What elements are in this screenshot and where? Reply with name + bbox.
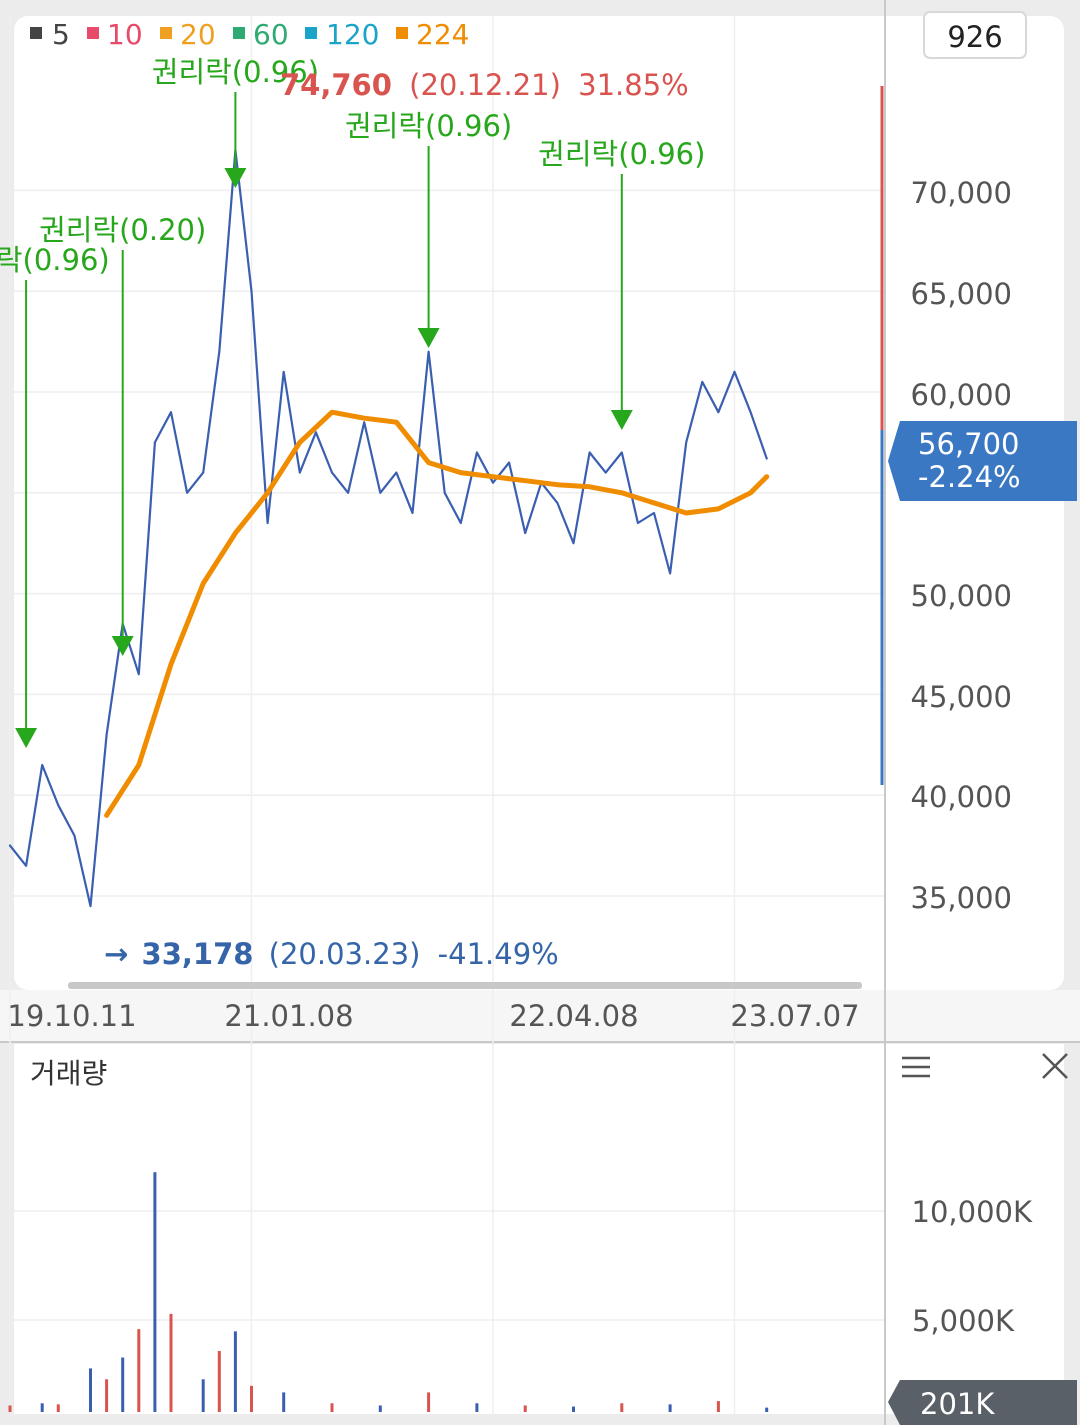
period-value: 926 bbox=[947, 20, 1002, 54]
current-volume: 201K bbox=[920, 1387, 995, 1421]
volume-bar bbox=[233, 1331, 237, 1412]
volume-bar bbox=[169, 1313, 173, 1412]
volume-bar bbox=[153, 1172, 157, 1412]
volume-bar bbox=[716, 1401, 720, 1412]
y-tick: 40,000 bbox=[911, 780, 1012, 814]
volume-bar bbox=[282, 1392, 286, 1412]
legend-label-20: 20 bbox=[180, 18, 216, 51]
low-value: 33,178 bbox=[142, 937, 254, 971]
y-tick: 70,000 bbox=[911, 176, 1012, 210]
volume-bar bbox=[105, 1379, 109, 1412]
volume-bar bbox=[475, 1403, 479, 1412]
volume-bar bbox=[137, 1329, 141, 1412]
volume-bar bbox=[121, 1357, 125, 1412]
rights-event-label: 권리락(0.96) bbox=[0, 243, 110, 277]
volume-bar bbox=[250, 1385, 253, 1412]
volume-bar bbox=[668, 1404, 672, 1412]
rights-event-label: 권리락(0.96) bbox=[345, 109, 512, 143]
period-selector[interactable]: 926 bbox=[923, 11, 1027, 59]
volume-bar bbox=[201, 1379, 205, 1412]
rights-event-label: 권리락(0.20) bbox=[39, 213, 206, 247]
y-tick: 65,000 bbox=[911, 277, 1012, 311]
rights-event-label: 권리락(0.96) bbox=[538, 137, 705, 171]
current-volume-badge: 201K bbox=[888, 1380, 1077, 1425]
low-percent: -41.49% bbox=[438, 937, 559, 971]
high-annotation: 74,760 (20.12.21) 31.85% bbox=[280, 68, 689, 102]
legend-swatch-5 bbox=[30, 27, 42, 39]
volume-bar bbox=[572, 1406, 575, 1412]
y-tick: 35,000 bbox=[911, 881, 1012, 915]
volume-bar bbox=[217, 1350, 221, 1412]
legend-swatch-60 bbox=[233, 27, 245, 39]
legend-swatch-20 bbox=[160, 27, 172, 39]
volume-y-tick: 5,000K bbox=[912, 1304, 1015, 1338]
x-tick: 22.04.08 bbox=[509, 999, 638, 1033]
volume-title: 거래량 bbox=[30, 1057, 107, 1090]
legend-label-10: 10 bbox=[107, 18, 143, 51]
volume-y-tick: 10,000K bbox=[912, 1195, 1033, 1229]
x-tick: 21.01.08 bbox=[224, 999, 353, 1033]
legend-label-120: 120 bbox=[326, 18, 379, 51]
volume-bar bbox=[523, 1405, 527, 1412]
high-date: (20.12.21) bbox=[409, 68, 561, 102]
legend-label-60: 60 bbox=[253, 18, 289, 51]
current-price-badge: 56,700 -2.24% bbox=[888, 421, 1077, 501]
volume-bar bbox=[427, 1392, 431, 1412]
volume-bar bbox=[765, 1407, 769, 1412]
legend-label-224: 224 bbox=[416, 18, 469, 51]
legend-label-5: 5 bbox=[52, 18, 70, 51]
y-tick: 45,000 bbox=[911, 680, 1012, 714]
x-tick: 19.10.11 bbox=[7, 999, 136, 1033]
y-tick: 50,000 bbox=[911, 579, 1012, 613]
low-arrow: → bbox=[104, 937, 128, 971]
volume-bar bbox=[89, 1368, 92, 1412]
legend-swatch-224 bbox=[396, 27, 408, 39]
current-change: -2.24% bbox=[918, 460, 1021, 494]
x-tick: 23.07.07 bbox=[730, 999, 859, 1033]
legend-swatch-120 bbox=[305, 27, 317, 39]
legend-swatch-10 bbox=[87, 27, 99, 39]
volume-bar bbox=[40, 1403, 44, 1412]
stock-chart[interactable]: 권리락(0.96)권리락(0.20)권리락(0.96)권리락(0.96)권리락(… bbox=[0, 0, 1080, 1425]
high-value: 74,760 bbox=[280, 68, 392, 102]
low-date: (20.03.23) bbox=[269, 937, 421, 971]
volume-bar bbox=[620, 1403, 624, 1412]
volume-bar bbox=[56, 1404, 60, 1412]
volume-bar bbox=[8, 1405, 12, 1412]
low-annotation: → 33,178 (20.03.23) -41.49% bbox=[104, 937, 559, 971]
volume-bar bbox=[330, 1403, 334, 1412]
horizontal-scrollbar[interactable] bbox=[68, 982, 862, 989]
high-percent: 31.85% bbox=[578, 68, 689, 102]
current-price: 56,700 bbox=[918, 427, 1019, 461]
volume-bar bbox=[378, 1405, 382, 1412]
y-tick: 60,000 bbox=[911, 378, 1012, 412]
